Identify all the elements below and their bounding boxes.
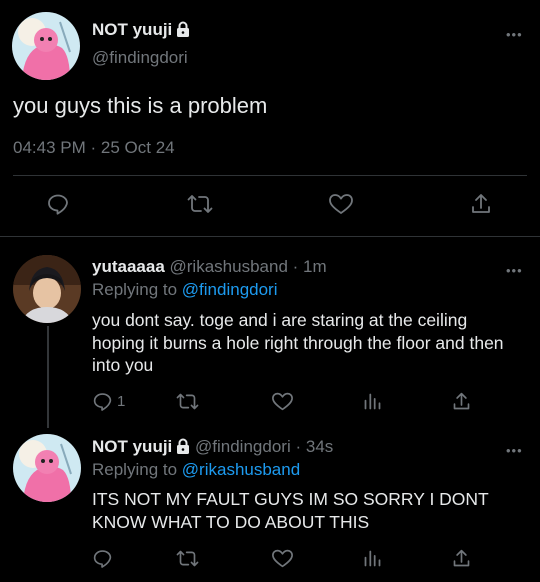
display-name[interactable]: yutaaaaa [92, 257, 165, 276]
retweet-button[interactable] [176, 391, 199, 412]
reply-icon [46, 192, 70, 216]
reply-icon [92, 391, 113, 412]
share-icon [451, 391, 472, 412]
like-icon [271, 391, 294, 412]
retweet-icon [176, 548, 199, 569]
more-icon[interactable]: ••• [506, 28, 523, 41]
main-name-row: NOT yuuji [92, 20, 190, 42]
reply-icon [92, 548, 113, 569]
reply-age[interactable]: 34s [306, 437, 333, 456]
lock-icon [176, 438, 190, 459]
like-button[interactable] [271, 391, 294, 412]
tweet-text: you dont say. toge and i are staring at … [92, 310, 504, 375]
thread-line [47, 326, 49, 428]
reply-header: NOT yuuji @findingdori · 34s [92, 437, 333, 459]
like-icon [328, 192, 354, 216]
share-icon [451, 548, 472, 569]
display-name[interactable]: NOT yuuji [92, 437, 172, 456]
analytics-button[interactable] [362, 391, 383, 412]
share-icon [469, 192, 493, 216]
retweet-button[interactable] [176, 548, 199, 569]
reply-button[interactable]: 1 [92, 391, 125, 412]
handle[interactable]: @findingdori [92, 48, 188, 68]
timestamp-row: 04:43 PM · 25 Oct 24 [13, 138, 175, 158]
handle[interactable]: @findingdori [195, 437, 291, 456]
replying-to-link[interactable]: @rikashusband [182, 460, 300, 479]
reply-header: yutaaaaa @rikashusband · 1m [92, 257, 327, 277]
share-button[interactable] [451, 391, 472, 412]
avatar[interactable] [13, 434, 81, 502]
replying-to: Replying to @findingdori [92, 280, 278, 300]
tweet-text: ITS NOT MY FAULT GUYS IM SO SORRY I DONT… [92, 489, 489, 532]
replying-prefix: Replying to [92, 460, 178, 479]
retweet-button[interactable] [187, 192, 213, 216]
divider [13, 175, 527, 176]
display-name[interactable]: NOT yuuji [92, 20, 172, 39]
more-icon[interactable]: ••• [506, 264, 523, 277]
handle[interactable]: @rikashusband [170, 257, 288, 276]
like-button[interactable] [271, 548, 294, 569]
retweet-icon [176, 391, 199, 412]
retweet-icon [187, 192, 213, 216]
reply-button[interactable] [92, 548, 113, 569]
share-button[interactable] [469, 192, 493, 216]
divider [0, 236, 540, 237]
reply-count: 1 [117, 393, 126, 410]
separator: · [295, 437, 302, 456]
separator: · [90, 138, 97, 157]
reply-button[interactable] [46, 192, 70, 216]
analytics-button[interactable] [362, 548, 383, 569]
share-button[interactable] [451, 548, 472, 569]
like-button[interactable] [328, 192, 354, 216]
lock-icon [176, 21, 190, 42]
more-icon[interactable]: ••• [506, 444, 523, 457]
replying-prefix: Replying to [92, 280, 178, 299]
replying-to: Replying to @rikashusband [92, 460, 300, 480]
replying-to-link[interactable]: @findingdori [182, 280, 278, 299]
analytics-icon [362, 548, 383, 569]
tweet-date[interactable]: 25 Oct 24 [101, 138, 175, 157]
tweet-time[interactable]: 04:43 PM [13, 138, 86, 157]
like-icon [271, 548, 294, 569]
avatar[interactable] [12, 12, 80, 80]
analytics-icon [362, 391, 383, 412]
avatar[interactable] [13, 255, 81, 323]
reply-age[interactable]: 1m [303, 257, 327, 276]
tweet-text: you guys this is a problem [13, 93, 268, 118]
separator: · [292, 257, 299, 276]
